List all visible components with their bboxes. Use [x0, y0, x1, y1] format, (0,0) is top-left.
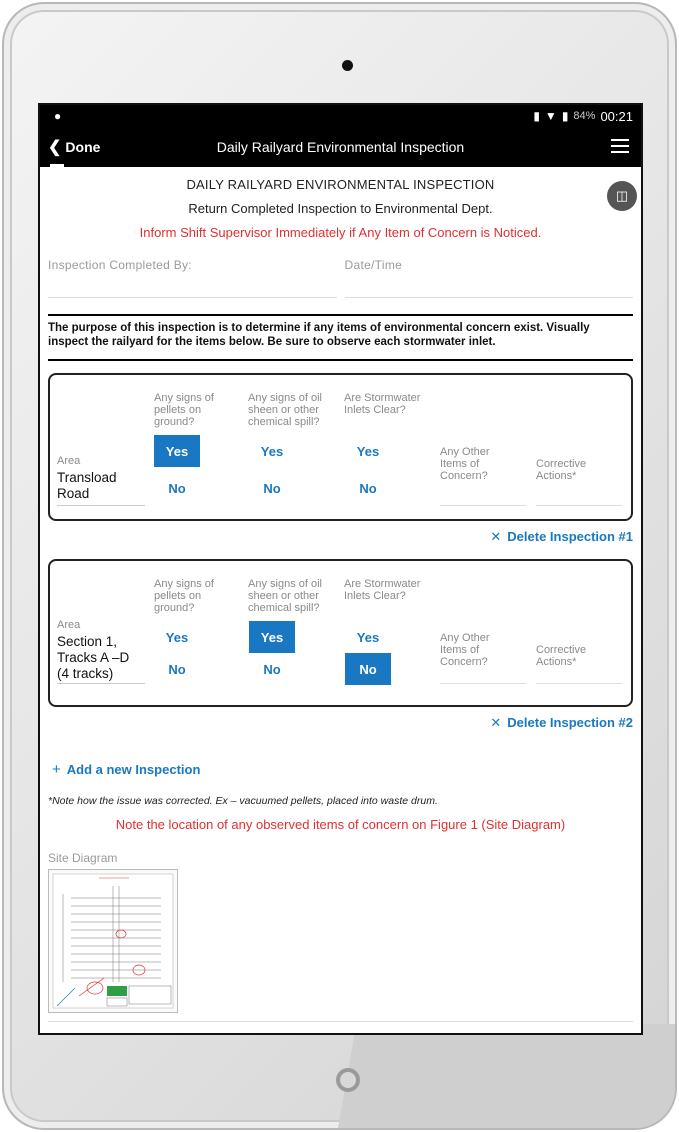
question-stormwater: Are Stormwater Inlets Clear?	[344, 392, 421, 416]
figure-note: Note the location of any observed items …	[115, 817, 566, 832]
other-items-label: Any Other Items of Concern?	[440, 446, 490, 482]
site-diagram-label: Site Diagram	[48, 851, 118, 865]
area-label: Area	[57, 455, 81, 467]
book-icon[interactable]: ◫	[607, 181, 637, 211]
corrective-actions-label: Corrective Actions*	[536, 644, 587, 668]
site-diagram-image[interactable]	[48, 869, 178, 1013]
oil-yes-button[interactable]: Yes	[249, 435, 295, 467]
question-pellets: Any signs of pellets on ground?	[154, 578, 214, 614]
inlets-no-button[interactable]: No	[345, 653, 391, 685]
area-label: Area	[57, 619, 81, 631]
delete-inspection-1-button[interactable]: ✕ Delete Inspection #1	[48, 529, 633, 545]
form-subtitle: Return Completed Inspection to Environme…	[188, 201, 493, 216]
app-bar: ❮ Done Daily Railyard Environmental Insp…	[40, 127, 641, 167]
area-value[interactable]: Section 1, Tracks A –D (4 tracks)	[57, 634, 145, 682]
corrective-actions-input[interactable]	[536, 683, 622, 684]
done-underline	[50, 164, 64, 167]
android-icon: ●	[54, 109, 62, 123]
corrective-actions-input[interactable]	[536, 505, 622, 506]
add-inspection-label: Add a new Inspection	[66, 762, 201, 777]
pellets-yes-button[interactable]: Yes	[154, 435, 200, 467]
status-bar: ● ▮ ▼ ▮ 84% 00:21	[40, 105, 641, 127]
delete-inspection-2-button[interactable]: ✕ Delete Inspection #2	[48, 715, 633, 731]
pellets-no-button[interactable]: No	[154, 472, 200, 504]
datetime-field[interactable]: Date/Time	[344, 258, 633, 298]
completed-by-field[interactable]: Inspection Completed By:	[48, 258, 337, 298]
clock: 00:21	[600, 108, 633, 124]
other-items-label: Any Other Items of Concern?	[440, 632, 490, 668]
completed-by-label: Inspection Completed By:	[48, 258, 192, 272]
app-title: Daily Railyard Environmental Inspection	[216, 139, 465, 155]
done-label: Done	[65, 139, 101, 155]
delete-x-icon: ✕	[490, 529, 502, 544]
area-underline	[57, 505, 145, 506]
question-oil-sheen: Any signs of oil sheen or other chemical…	[248, 578, 322, 614]
status-indicators: ▮ ▼ ▮ 84% 00:21	[533, 109, 633, 124]
oil-yes-button[interactable]: Yes	[249, 621, 295, 653]
other-items-input[interactable]	[440, 683, 526, 684]
delete-inspection-2-label: Delete Inspection #2	[507, 715, 633, 730]
area-value[interactable]: Transload Road	[57, 470, 145, 502]
datetime-input[interactable]	[344, 272, 633, 298]
form-content: ◫ DAILY RAILYARD ENVIRONMENTAL INSPECTIO…	[40, 177, 641, 1022]
question-pellets: Any signs of pellets on ground?	[154, 392, 214, 428]
inlets-no-button[interactable]: No	[345, 472, 391, 504]
form-title: DAILY RAILYARD ENVIRONMENTAL INSPECTION	[186, 177, 495, 192]
battery-percent: 84%	[573, 110, 596, 122]
delete-inspection-1-label: Delete Inspection #1	[507, 529, 633, 544]
datetime-label: Date/Time	[344, 258, 403, 272]
pellets-no-button[interactable]: No	[154, 653, 200, 685]
site-diagram-sketch	[52, 873, 174, 1009]
delete-x-icon: ✕	[490, 715, 502, 730]
back-chevron-icon: ❮	[48, 139, 62, 156]
vibrate-icon: ▮	[533, 109, 540, 123]
question-oil-sheen: Any signs of oil sheen or other chemical…	[248, 392, 322, 428]
inlets-yes-button[interactable]: Yes	[345, 621, 391, 653]
question-stormwater: Are Stormwater Inlets Clear?	[344, 578, 421, 602]
purpose-text: The purpose of this inspection is to det…	[48, 314, 633, 361]
wifi-icon: ▼	[544, 109, 557, 123]
oil-no-button[interactable]: No	[249, 653, 295, 685]
header-fields: Inspection Completed By: Date/Time	[48, 258, 633, 298]
inspection-card-2: Any signs of pellets on ground? Any sign…	[48, 559, 633, 707]
other-items-input[interactable]	[440, 505, 526, 506]
frame-shine	[331, 1024, 675, 1128]
home-button[interactable]	[336, 1068, 360, 1092]
corrective-actions-label: Corrective Actions*	[536, 458, 587, 482]
completed-by-input[interactable]	[48, 272, 337, 298]
oil-no-button[interactable]: No	[249, 472, 295, 504]
inlets-yes-button[interactable]: Yes	[345, 435, 391, 467]
plus-icon: +	[52, 761, 61, 778]
menu-icon[interactable]	[611, 139, 629, 157]
inspection-card-1: Any signs of pellets on ground? Any sign…	[48, 373, 633, 521]
area-underline	[57, 683, 145, 684]
form-warning: Inform Shift Supervisor Immediately if A…	[139, 225, 542, 240]
screen: ● ▮ ▼ ▮ 84% 00:21 ❮ Done Daily Railyard …	[38, 103, 643, 1035]
done-button[interactable]: ❮ Done	[40, 127, 100, 167]
correction-note: *Note how the issue was corrected. Ex – …	[48, 795, 438, 807]
pellets-yes-button[interactable]: Yes	[154, 621, 200, 653]
battery-icon: ▮	[561, 109, 569, 123]
front-camera	[342, 60, 353, 71]
divider	[48, 1021, 633, 1022]
add-inspection-button[interactable]: + Add a new Inspection	[48, 761, 633, 778]
